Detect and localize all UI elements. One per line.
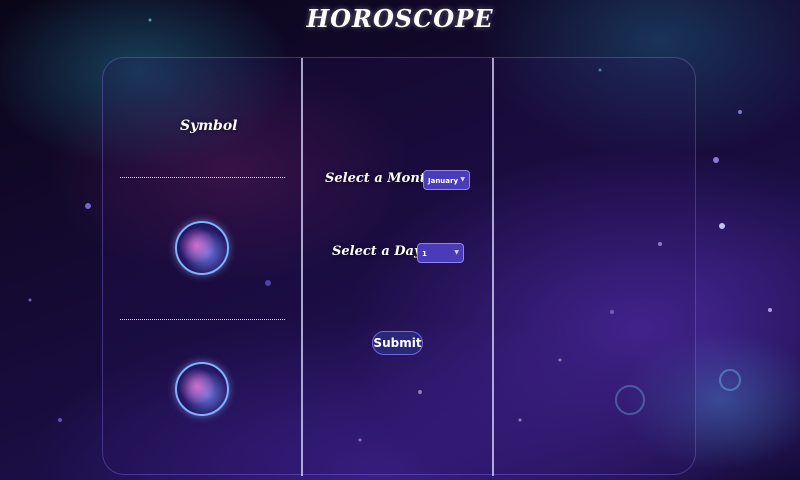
- chevron-down-icon: ▼: [460, 176, 465, 183]
- day-select[interactable]: 1 ▼: [417, 243, 464, 263]
- chevron-down-icon: ▼: [454, 249, 459, 256]
- symbol-separator-top: [120, 177, 285, 178]
- submit-button[interactable]: Submit: [372, 331, 423, 355]
- column-divider-left: [301, 58, 303, 476]
- month-select-value: January: [428, 177, 459, 185]
- symbol-separator-bottom: [120, 319, 285, 320]
- day-label: Select a Day:: [332, 244, 427, 259]
- zodiac-symbol-image: [175, 221, 229, 275]
- month-select[interactable]: January ▼: [423, 170, 470, 190]
- column-divider-right: [492, 58, 494, 476]
- symbol-label: Symbol: [180, 118, 238, 134]
- day-select-value: 1: [422, 250, 427, 258]
- page-title: HOROSCOPE: [306, 4, 494, 33]
- zodiac-symbol-image-secondary: [175, 362, 229, 416]
- result-column: [496, 58, 694, 474]
